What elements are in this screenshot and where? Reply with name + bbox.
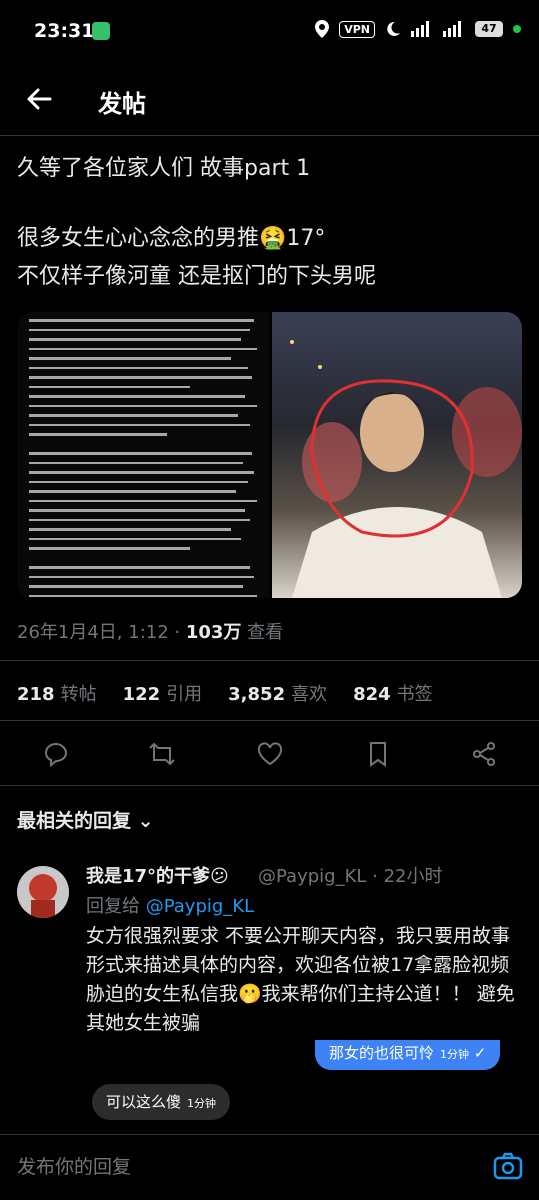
chat-text-line [29,433,167,436]
repost-icon[interactable] [148,740,176,768]
chat-text-line [29,423,250,426]
camera-icon[interactable] [492,1150,524,1182]
like-icon[interactable] [256,740,284,768]
app-notification-icon [92,22,110,40]
chat-text-line [29,528,232,531]
chat-text-line [29,461,243,464]
chat-text-line [29,376,253,379]
chat-text-line [29,471,255,474]
chat-text-line [29,575,255,578]
page-title: 发帖 [98,90,146,118]
divider [0,1134,539,1135]
reposts-stat[interactable]: 218 转帖 [17,680,97,706]
chat-bubble-outgoing[interactable]: 那女的也很可怜 1分钟 ✓ [315,1040,501,1070]
quotes-stat[interactable]: 122 引用 [123,680,203,706]
chat-text-line [29,338,241,341]
post-timestamp: 26年1月4日, 1:12 · 103万 查看 [17,622,284,643]
photo-illustration [290,340,522,598]
bookmark-icon[interactable] [364,740,392,768]
status-bar: 23:31 VPN 47 [0,0,539,60]
chat-text-line [29,357,232,360]
chat-bubble-incoming[interactable]: 可以这么傻 1分钟 [92,1084,231,1120]
likes-stat[interactable]: 3,852 喜欢 [228,680,327,706]
post-stats: 218 转帖 122 引用 3,852 喜欢 824 书签 [17,680,433,706]
chat-text-line [29,319,255,322]
chat-text-line [29,385,190,388]
reply-author-handle: @Paypig_KL · 22小时 [258,866,443,887]
chat-text-line [29,347,257,350]
chat-text-line [29,366,248,369]
chat-text-line [29,404,257,407]
battery-icon: 47 [475,21,503,37]
post-image-photo[interactable] [272,312,522,598]
signal-icon [411,21,429,37]
chat-text-line [29,395,246,398]
chat-text-line [29,480,248,483]
reply-to-handle-link[interactable]: @Paypig_KL [146,896,254,917]
reply-body: 女方很强烈要求 不要公开聊天内容，我只要用故事形式来描述具体的内容，欢迎各位被1… [86,925,515,1034]
post-image-chat-screenshot[interactable] [17,312,270,598]
post-text-line3: 不仅样子像河童 还是抠门的下头男呢 [17,264,376,289]
reply-input[interactable]: 发布你的回复 [17,1152,131,1179]
reply-to-line: 回复给 @Paypig_KL [86,896,255,917]
chat-text-line [29,585,243,588]
vpn-badge: VPN [339,20,375,38]
status-icons: VPN 47 [315,20,521,38]
avatar[interactable] [17,866,69,918]
divider [0,720,539,721]
post-text-line2: 很多女生心心念念的男推🤮17° [17,226,326,251]
back-arrow-icon[interactable] [24,84,54,114]
chat-text-line [29,594,257,597]
reply-icon[interactable] [42,740,70,768]
bookmarks-stat[interactable]: 824 书签 [353,680,433,706]
share-icon[interactable] [470,740,498,768]
divider [0,660,539,661]
action-bar [0,730,539,780]
status-time: 23:31 [34,20,95,42]
moon-icon [387,21,400,36]
chat-text-line [29,452,253,455]
divider [0,135,539,136]
chat-text-line [29,518,250,521]
signal-icon-2 [443,21,461,37]
chat-text-line [29,509,246,512]
read-check-icon: ✓ [473,1044,487,1062]
replies-sort-dropdown[interactable]: 最相关的回复 ⌄ [17,806,154,833]
chat-text-line [29,414,239,417]
chat-text-line [29,490,236,493]
chat-text-line [29,537,241,540]
chat-text-line [29,566,250,569]
view-count: 103万 [185,622,242,643]
chevron-down-icon: ⌄ [137,810,154,832]
location-icon [315,20,330,38]
post-text-line1: 久等了各位家人们 故事part 1 [17,156,311,181]
status-dot [513,25,521,33]
chat-text-line [29,328,250,331]
divider [0,785,539,786]
chat-text-line [29,547,190,550]
chat-text-line [29,499,257,502]
reply-author-name[interactable]: 我是17°的干爹😕 [86,862,229,888]
